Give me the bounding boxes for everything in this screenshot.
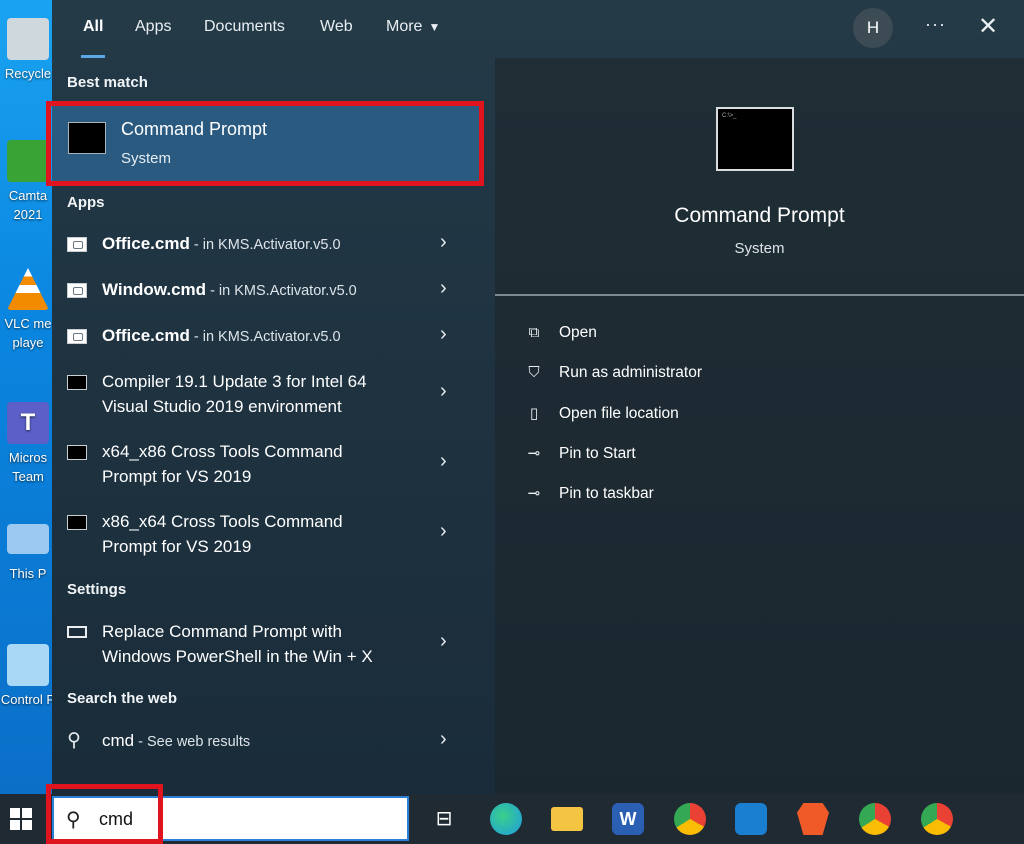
highlight-annotation bbox=[46, 784, 163, 844]
preview-subtitle: System bbox=[734, 240, 785, 257]
list-item-app[interactable]: x86_x64 Cross Tools Command Prompt for VS… bbox=[52, 508, 480, 562]
caret-down-icon: ▼ bbox=[428, 20, 441, 34]
search-panel: All Apps Documents Web More ▼ H ··· ✕ Bes… bbox=[46, 0, 1024, 794]
more-options-icon[interactable]: ··· bbox=[925, 14, 946, 35]
console-icon bbox=[67, 375, 87, 390]
camtasia-icon bbox=[7, 140, 49, 182]
avatar[interactable]: H bbox=[853, 8, 893, 48]
batch-file-icon bbox=[67, 237, 87, 252]
action-open[interactable]: ⧉ Open bbox=[523, 324, 597, 342]
action-open-file-location[interactable]: ▯ Open file location bbox=[523, 404, 679, 423]
recycle-bin-icon bbox=[7, 18, 49, 60]
chevron-right-icon[interactable]: › bbox=[440, 630, 447, 653]
outlook-icon[interactable] bbox=[735, 803, 767, 835]
section-search-web: Search the web bbox=[67, 690, 178, 707]
chrome-icon[interactable] bbox=[674, 803, 706, 835]
chevron-right-icon[interactable]: › bbox=[440, 728, 447, 751]
pin-icon: ⊸ bbox=[527, 485, 541, 502]
console-icon: C:\>_ bbox=[716, 107, 794, 171]
list-item-setting[interactable]: Replace Command Prompt with Windows Power… bbox=[52, 618, 480, 672]
console-icon bbox=[67, 445, 87, 460]
batch-file-icon bbox=[67, 329, 87, 344]
file-location-icon: ▯ bbox=[529, 405, 539, 422]
search-icon: ⚲ bbox=[67, 730, 81, 751]
desktop-icon-teams[interactable]: T Micros Team bbox=[0, 402, 56, 486]
tab-web[interactable]: Web bbox=[320, 18, 353, 58]
chevron-right-icon[interactable]: › bbox=[440, 450, 447, 473]
search-tabs-bar: All Apps Documents Web More ▼ H ··· ✕ bbox=[52, 0, 1024, 58]
list-item-app[interactable]: Office.cmd - in KMS.Activator.v5.0 › bbox=[52, 230, 480, 260]
settings-display-icon bbox=[67, 626, 87, 638]
chevron-right-icon[interactable]: › bbox=[440, 323, 447, 346]
task-view-icon[interactable]: ⊟ bbox=[428, 803, 460, 835]
results-list: Best match Command Prompt System Apps Of… bbox=[46, 58, 484, 794]
highlight-annotation bbox=[46, 101, 484, 186]
divider bbox=[495, 294, 1024, 296]
brave-icon[interactable] bbox=[797, 803, 829, 835]
preview-title: Command Prompt bbox=[674, 204, 845, 227]
list-item-app[interactable]: Compiler 19.1 Update 3 for Intel 64 Visua… bbox=[52, 368, 480, 422]
tab-documents[interactable]: Documents bbox=[204, 18, 285, 58]
tab-more[interactable]: More ▼ bbox=[386, 18, 440, 58]
action-pin-to-start[interactable]: ⊸ Pin to Start bbox=[523, 444, 636, 463]
open-icon: ⧉ bbox=[528, 324, 540, 341]
section-best-match: Best match bbox=[67, 74, 148, 91]
preview-pane: C:\>_ Command Prompt System ⧉ Open ⛉ Run a… bbox=[495, 58, 1024, 794]
pin-icon: ⊸ bbox=[527, 445, 541, 462]
batch-file-icon bbox=[67, 283, 87, 298]
list-item-web-search[interactable]: ⚲ cmd - See web results › bbox=[52, 727, 480, 757]
list-item-app[interactable]: Window.cmd - in KMS.Activator.v5.0 › bbox=[52, 276, 480, 306]
chrome-profile-m-icon[interactable] bbox=[859, 803, 891, 835]
edge-icon[interactable] bbox=[490, 803, 522, 835]
desktop-icon-vlc[interactable]: VLC me playe bbox=[0, 268, 56, 352]
chevron-right-icon[interactable]: › bbox=[440, 231, 447, 254]
list-item-app[interactable]: Office.cmd - in KMS.Activator.v5.0 › bbox=[52, 322, 480, 352]
chevron-right-icon[interactable]: › bbox=[440, 380, 447, 403]
console-icon bbox=[67, 515, 87, 530]
tab-apps[interactable]: Apps bbox=[135, 18, 171, 58]
shield-icon: ⛉ bbox=[528, 364, 540, 381]
windows-start-icon[interactable] bbox=[10, 808, 34, 832]
desktop-icon-control-panel[interactable]: Control P bbox=[0, 644, 56, 709]
section-apps: Apps bbox=[67, 194, 105, 211]
control-panel-icon bbox=[7, 644, 49, 686]
tab-more-label: More bbox=[386, 18, 423, 35]
desktop-icon-recycle-bin[interactable]: Recycle bbox=[0, 18, 56, 83]
computer-icon bbox=[7, 524, 49, 554]
action-pin-to-taskbar[interactable]: ⊸ Pin to taskbar bbox=[523, 484, 654, 503]
desktop-icon-this-pc[interactable]: This P bbox=[0, 518, 56, 583]
vlc-icon bbox=[7, 268, 49, 310]
list-item-app[interactable]: x64_x86 Cross Tools Command Prompt for VS… bbox=[52, 438, 480, 492]
tab-all[interactable]: All bbox=[80, 18, 106, 58]
chevron-right-icon[interactable]: › bbox=[440, 520, 447, 543]
action-run-as-administrator[interactable]: ⛉ Run as administrator bbox=[523, 364, 702, 382]
word-icon[interactable]: W bbox=[612, 803, 644, 835]
chrome-profile-h-icon[interactable] bbox=[921, 803, 953, 835]
close-icon[interactable]: ✕ bbox=[978, 12, 998, 41]
teams-icon: T bbox=[7, 402, 49, 444]
section-settings: Settings bbox=[67, 581, 127, 598]
chevron-right-icon[interactable]: › bbox=[440, 277, 447, 300]
file-explorer-icon[interactable] bbox=[551, 807, 583, 831]
